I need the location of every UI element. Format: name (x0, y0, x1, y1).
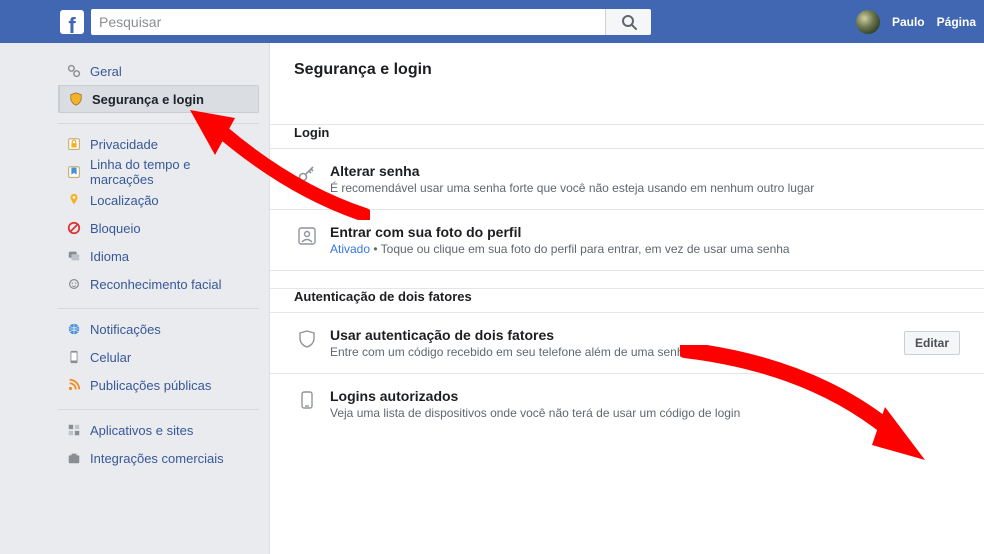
globe-icon (66, 321, 82, 337)
row-change-password[interactable]: Alterar senha É recomendável usar uma se… (270, 149, 984, 210)
face-icon (66, 276, 82, 292)
sidebar-item-public-posts[interactable]: Publicações públicas (58, 371, 259, 399)
sidebar-item-label: Idioma (90, 249, 129, 264)
profile-photo-icon (294, 224, 320, 246)
search-input[interactable] (91, 9, 605, 35)
row-authorized-logins[interactable]: Logins autorizados Veja uma lista de dis… (270, 374, 984, 434)
main-content: Segurança e login Login Alterar senha É … (270, 43, 984, 554)
sidebar-item-label: Segurança e login (92, 92, 204, 107)
sidebar-divider (58, 308, 259, 309)
sidebar-item-general[interactable]: Geral (58, 57, 259, 85)
row-title: Alterar senha (330, 163, 960, 179)
row-subtitle: Entre com um código recebido em seu tele… (330, 345, 904, 359)
page-title: Segurança e login (270, 61, 984, 79)
mobile-icon (66, 349, 82, 365)
row-subtitle: Veja uma lista de dispositivos onde você… (330, 406, 960, 420)
sidebar-item-timeline[interactable]: Linha do tempo e marcações (58, 158, 259, 186)
sidebar-item-label: Celular (90, 350, 131, 365)
sidebar-item-label: Aplicativos e sites (90, 423, 193, 438)
block-icon (66, 220, 82, 236)
search-button[interactable] (605, 9, 651, 35)
header-page-link[interactable]: Página (937, 15, 976, 29)
sidebar-item-label: Bloqueio (90, 221, 141, 236)
lock-icon (66, 136, 82, 152)
row-subtitle: É recomendável usar uma senha forte que … (330, 181, 960, 195)
row-title: Logins autorizados (330, 388, 960, 404)
sidebar-item-notifications[interactable]: Notificações (58, 315, 259, 343)
sidebar-item-label: Notificações (90, 322, 161, 337)
sidebar-item-business[interactable]: Integrações comerciais (58, 444, 259, 472)
sidebar-item-label: Geral (90, 64, 122, 79)
gear-icon (66, 63, 82, 79)
sidebar-item-label: Localização (90, 193, 159, 208)
apps-icon (66, 422, 82, 438)
header-profile-link[interactable]: Paulo (892, 15, 925, 29)
shield-outline-icon (294, 327, 320, 349)
sidebar-item-location[interactable]: Localização (58, 186, 259, 214)
sidebar-item-label: Reconhecimento facial (90, 277, 222, 292)
sidebar-item-security[interactable]: Segurança e login (58, 85, 259, 113)
header-right: Paulo Página (856, 0, 984, 43)
facebook-logo[interactable]: f (60, 10, 84, 34)
row-use-2fa[interactable]: Usar autenticação de dois fatores Entre … (270, 313, 984, 374)
phone-outline-icon (294, 388, 320, 410)
sidebar-item-mobile[interactable]: Celular (58, 343, 259, 371)
rss-icon (66, 377, 82, 393)
pin-icon (66, 192, 82, 208)
section-header-2fa: Autenticação de dois fatores (270, 289, 984, 313)
avatar[interactable] (856, 10, 880, 34)
sidebar-item-blocking[interactable]: Bloqueio (58, 214, 259, 242)
sidebar-item-label: Publicações públicas (90, 378, 211, 393)
sidebar-item-language[interactable]: Idioma (58, 242, 259, 270)
edit-button[interactable]: Editar (904, 331, 960, 355)
search-icon (621, 14, 637, 30)
sidebar-item-apps[interactable]: Aplicativos e sites (58, 416, 259, 444)
business-icon (66, 450, 82, 466)
sidebar-item-label: Integrações comerciais (90, 451, 224, 466)
language-icon (66, 248, 82, 264)
row-title: Usar autenticação de dois fatores (330, 327, 904, 343)
sidebar-item-label: Linha do tempo e marcações (90, 157, 251, 187)
top-header: f Paulo Página (0, 0, 984, 43)
sidebar-item-label: Privacidade (90, 137, 158, 152)
sidebar-item-privacy[interactable]: Privacidade (58, 130, 259, 158)
settings-sidebar: Geral Segurança e login Privacidade Linh… (0, 43, 270, 554)
row-title: Entrar com sua foto do perfil (330, 224, 960, 240)
row-profile-photo-login[interactable]: Entrar com sua foto do perfil Ativado • … (270, 210, 984, 271)
section-header-login: Login (270, 125, 984, 149)
ribbon-icon (66, 164, 82, 180)
sidebar-divider (58, 123, 259, 124)
key-icon (294, 163, 320, 185)
row-subtitle: Ativado • Toque ou clique em sua foto do… (330, 242, 960, 256)
sidebar-item-face-recognition[interactable]: Reconhecimento facial (58, 270, 259, 298)
sidebar-divider (58, 409, 259, 410)
status-enabled: Ativado (330, 242, 370, 256)
search-bar (91, 9, 651, 35)
shield-icon (68, 91, 84, 107)
